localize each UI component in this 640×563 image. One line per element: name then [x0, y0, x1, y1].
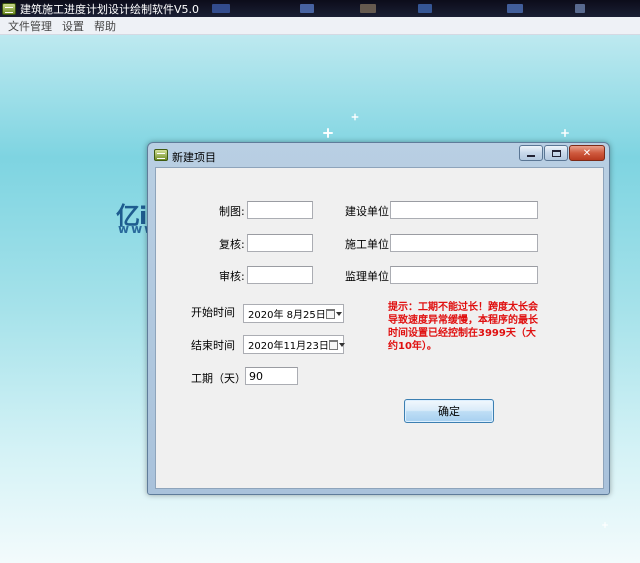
end-date-picker[interactable]: 2020年11月23日	[243, 335, 345, 354]
builder-unit-input[interactable]	[390, 234, 538, 252]
ok-button[interactable]: 确定	[404, 399, 494, 423]
sparkle-icon	[561, 129, 569, 137]
supervisor-unit-label: 监理单位:	[345, 270, 393, 283]
app-title: 建筑施工进度计划设计绘制软件V5.0	[20, 2, 200, 16]
start-time-label: 开始时间	[191, 306, 235, 319]
titlebar-decoration	[418, 4, 432, 13]
minimize-icon	[527, 155, 535, 157]
supervisor-unit-input[interactable]	[390, 266, 538, 284]
titlebar-decoration	[300, 4, 314, 13]
titlebar-decoration	[575, 4, 585, 13]
menu-settings[interactable]: 设置	[57, 18, 89, 34]
auditor-input[interactable]	[247, 266, 313, 284]
auditor-label: 审核:	[219, 270, 245, 283]
close-icon: ✕	[582, 147, 592, 159]
drafter-input[interactable]	[247, 201, 313, 219]
duration-label: 工期（天）	[191, 372, 246, 385]
calendar-icon	[328, 339, 338, 350]
chevron-down-icon	[338, 342, 345, 347]
dialog-body: 制图: 复核: 审核: 建设单位: 施工单位: 监理单位: 开始时间 2020年…	[155, 167, 604, 489]
end-time-label: 结束时间	[191, 339, 235, 352]
construction-unit-input[interactable]	[390, 201, 538, 219]
calendar-icon	[326, 308, 336, 319]
duration-input[interactable]	[245, 367, 298, 385]
sparkle-icon	[602, 522, 608, 528]
builder-unit-label: 施工单位:	[345, 238, 393, 251]
titlebar-decoration	[507, 4, 523, 13]
minimize-button[interactable]	[519, 145, 543, 161]
reviewer-input[interactable]	[247, 234, 313, 252]
start-date-picker[interactable]: 2020年 8月25日	[243, 304, 344, 323]
titlebar-decoration	[212, 4, 230, 13]
maximize-icon	[551, 149, 561, 157]
reviewer-label: 复核:	[219, 238, 245, 251]
end-date-value: 2020年11月23日	[248, 341, 329, 352]
end-date-dropdown[interactable]	[328, 336, 345, 353]
dialog-app-icon	[154, 149, 168, 161]
chevron-down-icon	[336, 311, 343, 316]
start-date-value: 2020年 8月25日	[248, 310, 326, 321]
new-project-dialog: 新建项目 ✕ 制图: 复核: 审核: 建设单位: 施工单位: 监理单位: 开始时…	[147, 142, 610, 495]
sparkle-icon	[323, 128, 333, 138]
menu-bar: 文件管理 设置 帮助	[0, 17, 640, 35]
duration-warning-hint: 提示：工期不能过长！跨度太长会导致速度异常缓慢，本程序的最长时间设置已经控制在3…	[388, 302, 538, 352]
dialog-title: 新建项目	[172, 151, 216, 164]
menu-file-management[interactable]: 文件管理	[3, 18, 57, 34]
construction-unit-label: 建设单位:	[345, 205, 393, 218]
app-titlebar[interactable]: 建筑施工进度计划设计绘制软件V5.0	[0, 0, 640, 17]
maximize-button[interactable]	[544, 145, 568, 161]
start-date-dropdown[interactable]	[326, 305, 343, 322]
app-icon	[2, 2, 16, 15]
close-button[interactable]: ✕	[569, 145, 605, 161]
menu-help[interactable]: 帮助	[89, 18, 121, 34]
drafter-label: 制图:	[219, 205, 245, 218]
dialog-titlebar[interactable]: 新建项目 ✕	[148, 143, 609, 167]
sparkle-icon	[352, 113, 359, 121]
titlebar-decoration	[360, 4, 376, 13]
